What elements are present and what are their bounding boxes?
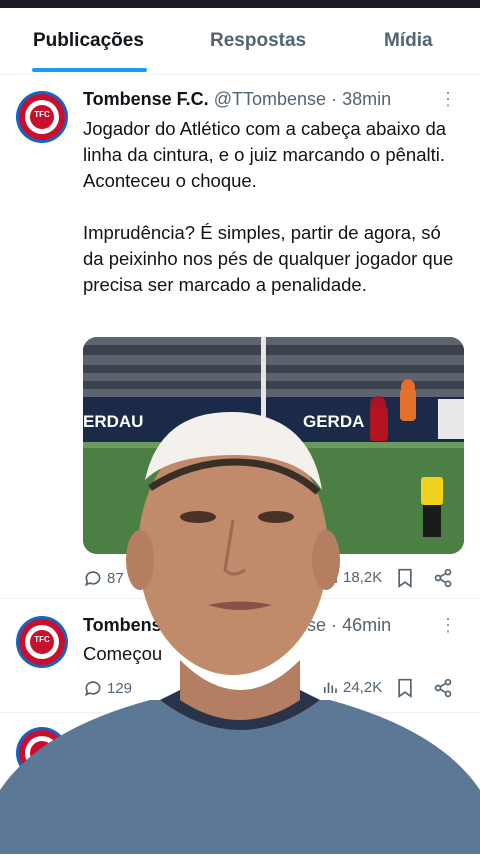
creator-figure	[0, 411, 480, 854]
author-name[interactable]: Tombense F.C.	[83, 89, 209, 109]
tab-respostas[interactable]: Respostas	[210, 30, 306, 52]
profile-tabs: Publicações Respostas Mídia	[0, 8, 480, 75]
author-handle[interactable]: @TTombense	[214, 89, 326, 109]
status-bar	[0, 0, 480, 8]
post-time[interactable]: 38min	[342, 89, 391, 109]
active-tab-indicator	[32, 68, 147, 72]
tab-publicacoes[interactable]: Publicações	[33, 30, 144, 52]
post-header: Tombense F.C. @TTombense · 38min	[83, 89, 391, 110]
tab-midia[interactable]: Mídia	[384, 30, 433, 52]
post-text: Jogador do Atlético com a cabeça abaixo …	[83, 118, 454, 295]
more-icon[interactable]: ⋮	[439, 89, 458, 110]
creator-video-overlay	[0, 400, 480, 854]
avatar[interactable]: TFC	[16, 91, 68, 143]
separator: ·	[331, 89, 338, 109]
